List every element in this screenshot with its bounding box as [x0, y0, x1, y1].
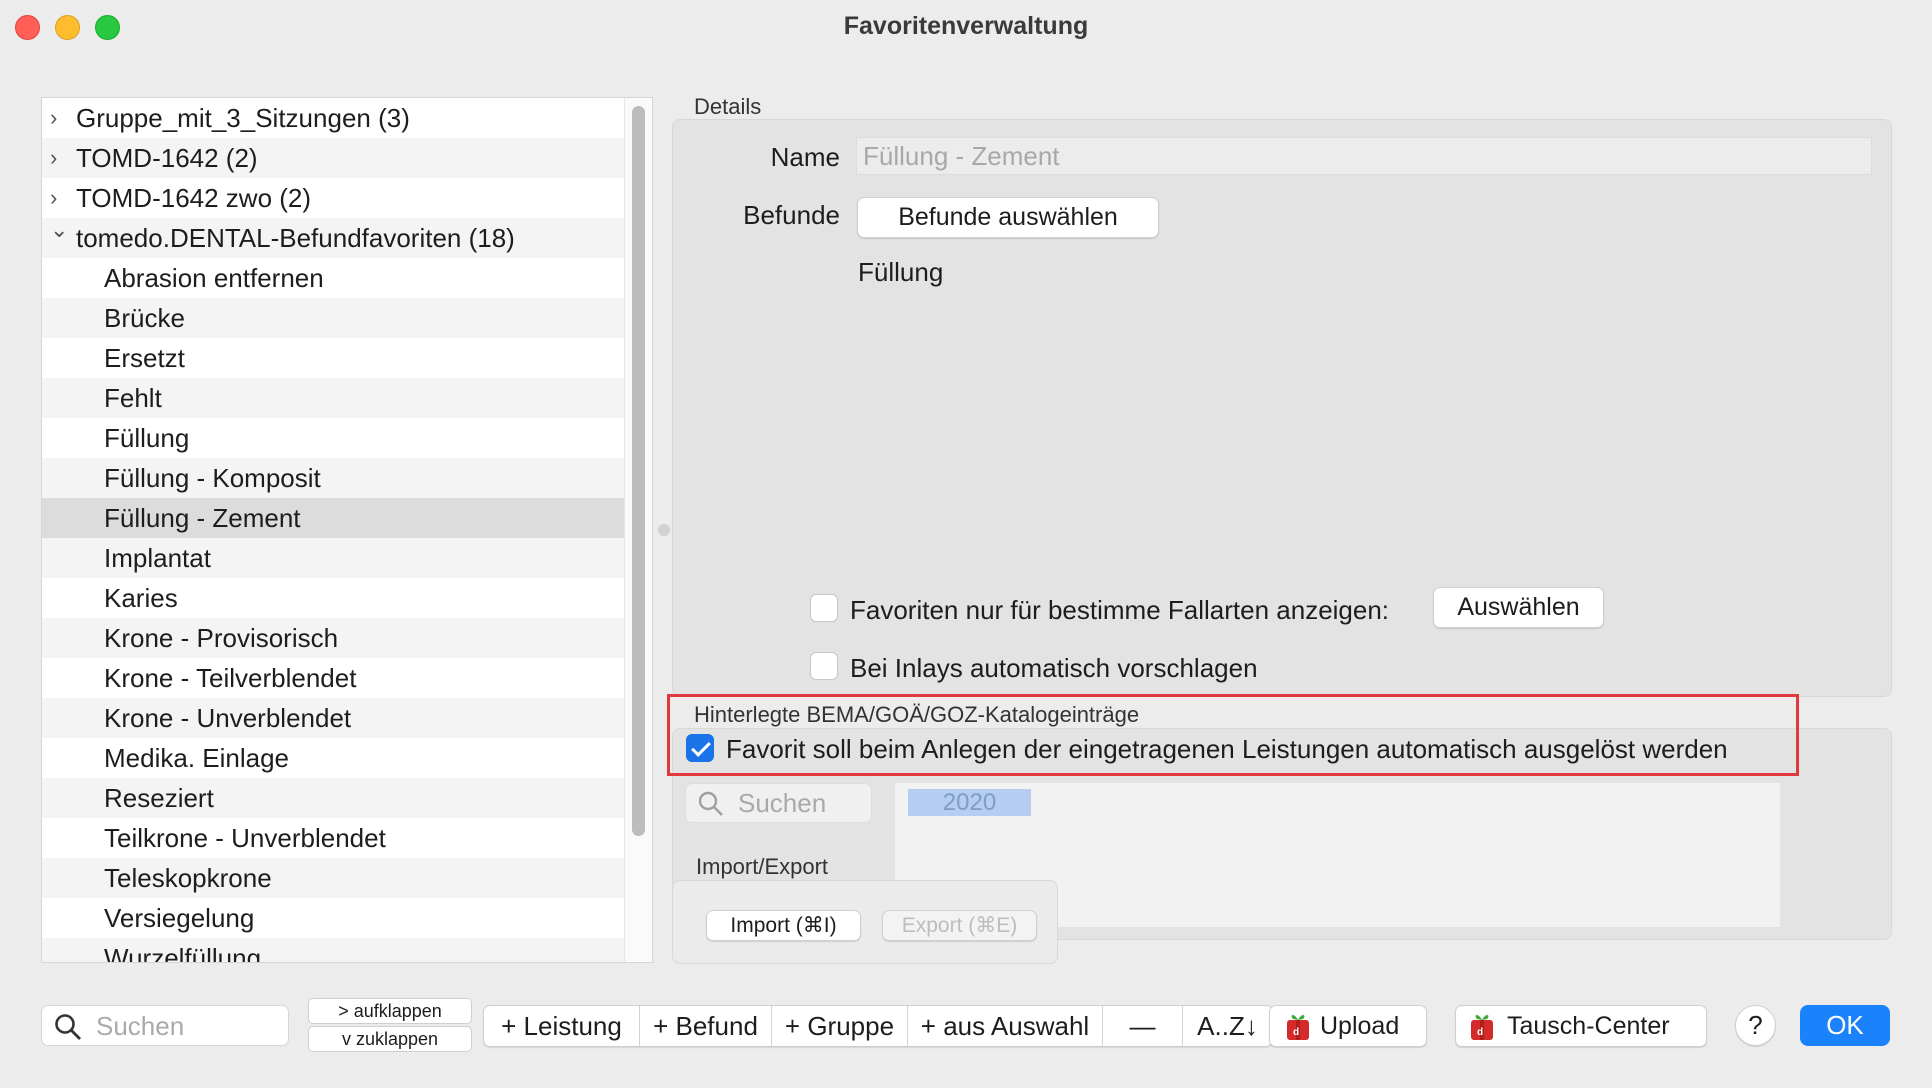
highlight-annotation — [667, 694, 1799, 776]
upload-button-label: Upload — [1320, 1012, 1400, 1040]
tree-item-row[interactable]: Krone - Unverblendet — [42, 698, 624, 738]
tree-search-field[interactable]: Suchen — [41, 1005, 289, 1046]
tree-item-row[interactable]: Füllung - Komposit — [42, 458, 624, 498]
tree-item-label: Brücke — [104, 303, 185, 333]
details-section-label: Details — [694, 94, 762, 119]
add-befund-button[interactable]: + Befund — [640, 1006, 772, 1046]
search-icon — [55, 1014, 81, 1040]
tree-item-row[interactable]: Abrasion entfernen — [42, 258, 624, 298]
aufklappen-button[interactable]: > aufklappen — [308, 998, 472, 1024]
tree-item-label: Füllung - Komposit — [104, 463, 321, 493]
tree-item-row[interactable]: Brücke — [42, 298, 624, 338]
upload-button[interactable]: d Upload — [1269, 1005, 1427, 1047]
tree-item-row[interactable]: Medika. Einlage — [42, 738, 624, 778]
remove-button[interactable]: — — [1103, 1006, 1183, 1046]
add-gruppe-button[interactable]: + Gruppe — [772, 1006, 908, 1046]
help-button[interactable]: ? — [1735, 1005, 1776, 1046]
inlays-checkbox-label: Bei Inlays automatisch vorschlagen — [850, 653, 1258, 683]
chevron-down-icon[interactable]: ⌄ — [50, 210, 70, 250]
action-segmented-control: + Leistung + Befund + Gruppe + aus Auswa… — [483, 1005, 1273, 1047]
tree-item-label: Füllung — [104, 423, 190, 453]
tree-item-row[interactable]: Fehlt — [42, 378, 624, 418]
tree-item-row[interactable]: Füllung - Zement — [42, 498, 624, 538]
tree-item-label: Fehlt — [104, 383, 162, 413]
tree-scrollbar-thumb[interactable] — [632, 106, 645, 836]
tree-item-row[interactable]: Krone - Teilverblendet — [42, 658, 624, 698]
ok-button[interactable]: OK — [1800, 1005, 1890, 1046]
split-view-divider[interactable] — [658, 524, 670, 536]
tree-scrollbar[interactable] — [624, 98, 652, 962]
tree-item-label: Krone - Unverblendet — [104, 703, 352, 733]
befunde-value: Füllung — [858, 257, 944, 287]
tausch-center-button[interactable]: d Tausch-Center — [1455, 1005, 1707, 1047]
favorites-tree[interactable]: › Gruppe_mit_3_Sitzungen (3) › TOMD-1642 (2… — [41, 97, 653, 963]
tree-item-row[interactable]: Versiegelung — [42, 898, 624, 938]
katalog-search-placeholder: Suchen — [738, 788, 827, 818]
katalog-search-field[interactable]: Suchen — [685, 783, 872, 823]
tree-item-label: Medika. Einlage — [104, 743, 289, 773]
tree-group-label: TOMD-1642 zwo (2) — [76, 183, 312, 213]
favoriten-window: Favoritenverwaltung › Gruppe_mit_3_Sitzun… — [0, 0, 1932, 1088]
export-button[interactable]: Export (⌘E) — [882, 910, 1037, 941]
tree-item-label: Wurzelfüllung — [104, 943, 262, 963]
tree-item-label: Reseziert — [104, 783, 214, 813]
tree-item-row[interactable]: Reseziert — [42, 778, 624, 818]
tree-group-row[interactable]: › TOMD-1642 zwo (2) — [42, 178, 624, 218]
tree-item-row[interactable]: Teleskopkrone — [42, 858, 624, 898]
tausch-center-button-label: Tausch-Center — [1507, 1012, 1670, 1040]
tree-item-label: Krone - Provisorisch — [104, 623, 339, 653]
fallarten-checkbox[interactable] — [810, 594, 838, 622]
tree-group-label: TOMD-1642 (2) — [76, 143, 258, 173]
tree-item-row[interactable]: Teilkrone - Unverblendet — [42, 818, 624, 858]
tree-group-label: tomedo.DENTAL-Befundfavoriten (18) — [76, 223, 515, 253]
tree-item-label: Versiegelung — [104, 903, 255, 933]
name-label: Name — [770, 142, 840, 172]
befunde-auswaehlen-button[interactable]: Befunde auswählen — [857, 197, 1159, 238]
title-bar: Favoritenverwaltung — [0, 0, 1932, 56]
chevron-right-icon[interactable]: › — [50, 138, 70, 178]
add-aus-auswahl-button[interactable]: + aus Auswahl — [908, 1006, 1103, 1046]
befunde-label: Befunde — [743, 200, 840, 230]
tree-item-label: Füllung - Zement — [104, 503, 301, 533]
tree-group-row[interactable]: ⌄ tomedo.DENTAL-Befundfavoriten (18) — [42, 217, 624, 258]
add-leistung-button[interactable]: + Leistung — [484, 1006, 640, 1046]
tree-item-row[interactable]: Ersetzt — [42, 338, 624, 378]
auswaehlen-button[interactable]: Auswählen — [1433, 587, 1604, 628]
svg-text:d: d — [1477, 1027, 1483, 1038]
tree-item-row[interactable]: Füllung — [42, 418, 624, 458]
tree-item-label: Karies — [104, 583, 178, 613]
tree-group-row[interactable]: › Gruppe_mit_3_Sitzungen (3) — [42, 98, 624, 138]
year-tag[interactable]: 2020 — [908, 789, 1031, 816]
import-export-section-label: Import/Export — [696, 854, 829, 879]
fallarten-checkbox-label: Favoriten nur für bestimme Fallarten anz… — [850, 595, 1390, 625]
tree-item-row[interactable]: Wurzelfüllung — [42, 938, 624, 963]
name-field[interactable]: Füllung - Zement — [856, 137, 1872, 175]
tree-group-label: Gruppe_mit_3_Sitzungen (3) — [76, 103, 410, 133]
tree-item-label: Teilkrone - Unverblendet — [104, 823, 386, 853]
import-button[interactable]: Import (⌘I) — [706, 910, 861, 941]
inlays-checkbox[interactable] — [810, 652, 838, 680]
svg-text:d: d — [1293, 1027, 1299, 1038]
tree-item-label: Implantat — [104, 543, 211, 573]
gift-icon: d — [1471, 1014, 1493, 1040]
sort-button[interactable]: A..Z↓ — [1183, 1006, 1272, 1046]
window-title: Favoritenverwaltung — [843, 12, 1089, 40]
tree-item-label: Krone - Teilverblendet — [104, 663, 357, 693]
chevron-right-icon[interactable]: › — [50, 98, 70, 138]
tree-group-row[interactable]: › TOMD-1642 (2) — [42, 138, 624, 178]
tree-item-label: Teleskopkrone — [104, 863, 272, 893]
tree-item-row[interactable]: Karies — [42, 578, 624, 618]
tree-item-row[interactable]: Implantat — [42, 538, 624, 578]
zuklappen-button[interactable]: v zuklappen — [308, 1026, 472, 1052]
gift-icon: d — [1287, 1014, 1309, 1040]
search-icon — [698, 791, 723, 816]
tree-item-label: Abrasion entfernen — [104, 263, 324, 293]
tree-search-placeholder: Suchen — [96, 1011, 185, 1041]
tree-item-label: Ersetzt — [104, 343, 185, 373]
tree-item-row[interactable]: Krone - Provisorisch — [42, 618, 624, 658]
